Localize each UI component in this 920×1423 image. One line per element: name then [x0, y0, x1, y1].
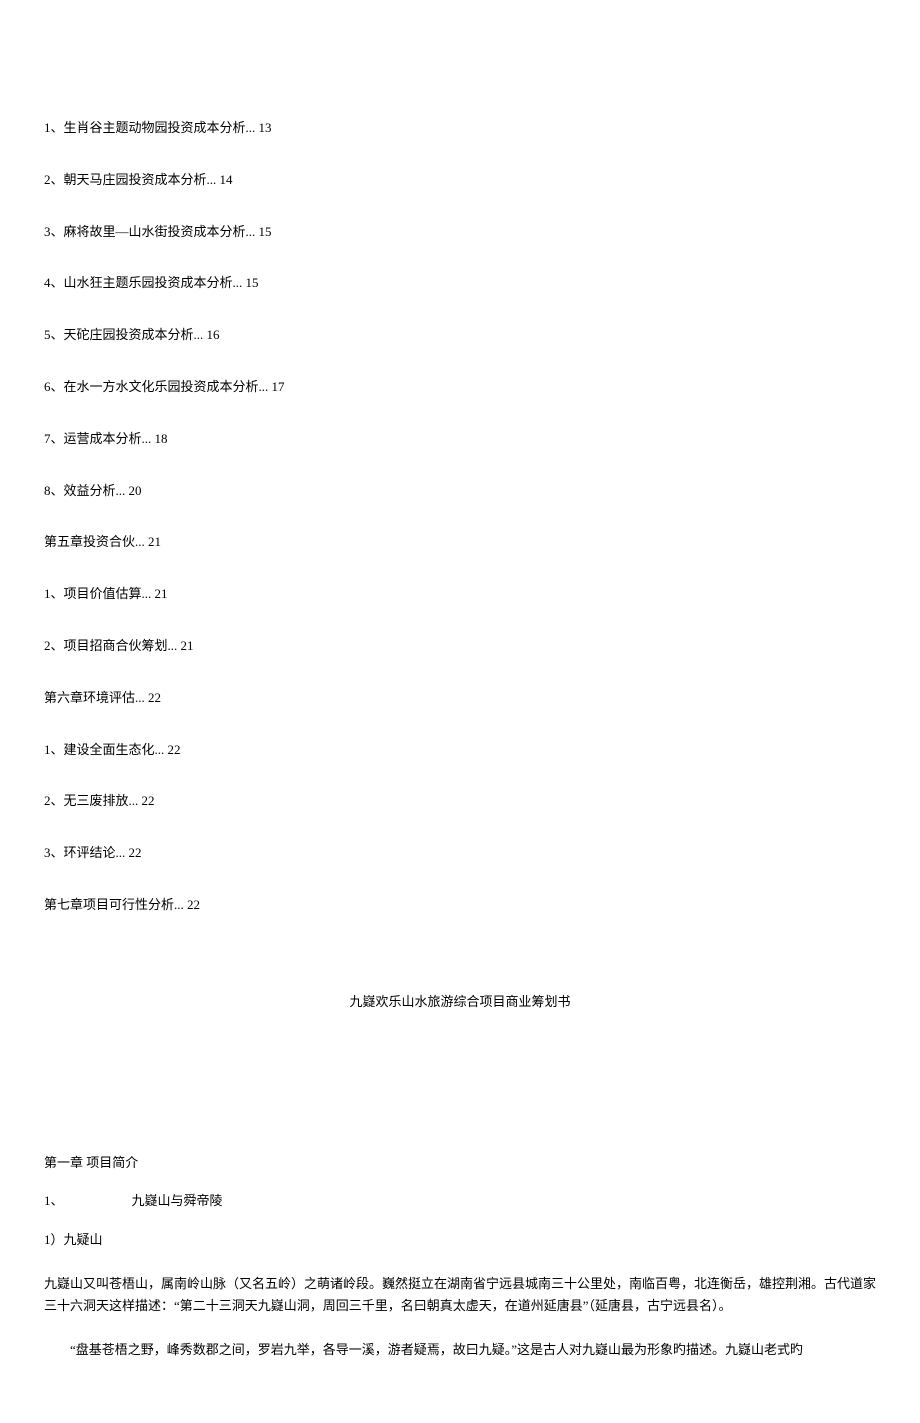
subsection-heading: 1）九疑山 [44, 1230, 876, 1251]
toc-item: 3、麻将故里—山水街投资成本分析... 15 [44, 222, 876, 243]
toc-item: 8、效益分析... 20 [44, 481, 876, 502]
toc-item: 1、生肖谷主题动物园投资成本分析... 13 [44, 118, 876, 139]
toc-item: 7、运营成本分析... 18 [44, 429, 876, 450]
toc-chapter: 第七章项目可行性分析... 22 [44, 895, 876, 916]
section-number: 1、 [44, 1191, 64, 1212]
section-title: 九嶷山与舜帝陵 [132, 1193, 223, 1208]
toc-item: 2、项目招商合伙筹划... 21 [44, 636, 876, 657]
body-paragraph: 九嶷山又叫苍梧山，属南岭山脉（又名五岭）之萌诸岭段。巍然挺立在湖南省宁远县城南三… [44, 1273, 876, 1317]
toc-chapter: 第六章环境评估... 22 [44, 688, 876, 709]
section-heading: 1、 九嶷山与舜帝陵 [44, 1191, 876, 1212]
toc-chapter: 第五章投资合伙... 21 [44, 532, 876, 553]
body-paragraph: “盘基苍梧之野，峰秀数郡之间，罗岩九举，各导一溪，游者疑焉，故曰九疑。”这是古人… [44, 1339, 876, 1361]
toc-item: 1、建设全面生态化... 22 [44, 740, 876, 761]
toc-item: 4、山水狂主题乐园投资成本分析... 15 [44, 273, 876, 294]
document-title: 九嶷欢乐山水旅游综合项目商业筹划书 [44, 992, 876, 1013]
toc-item: 3、环评结论... 22 [44, 843, 876, 864]
toc-item: 1、项目价值估算... 21 [44, 584, 876, 605]
toc-item: 6、在水一方水文化乐园投资成本分析... 17 [44, 377, 876, 398]
toc-item: 2、无三废排放... 22 [44, 791, 876, 812]
toc-item: 2、朝天马庄园投资成本分析... 14 [44, 170, 876, 191]
toc-item: 5、天砣庄园投资成本分析... 16 [44, 325, 876, 346]
chapter-heading: 第一章 项目简介 [44, 1153, 876, 1174]
